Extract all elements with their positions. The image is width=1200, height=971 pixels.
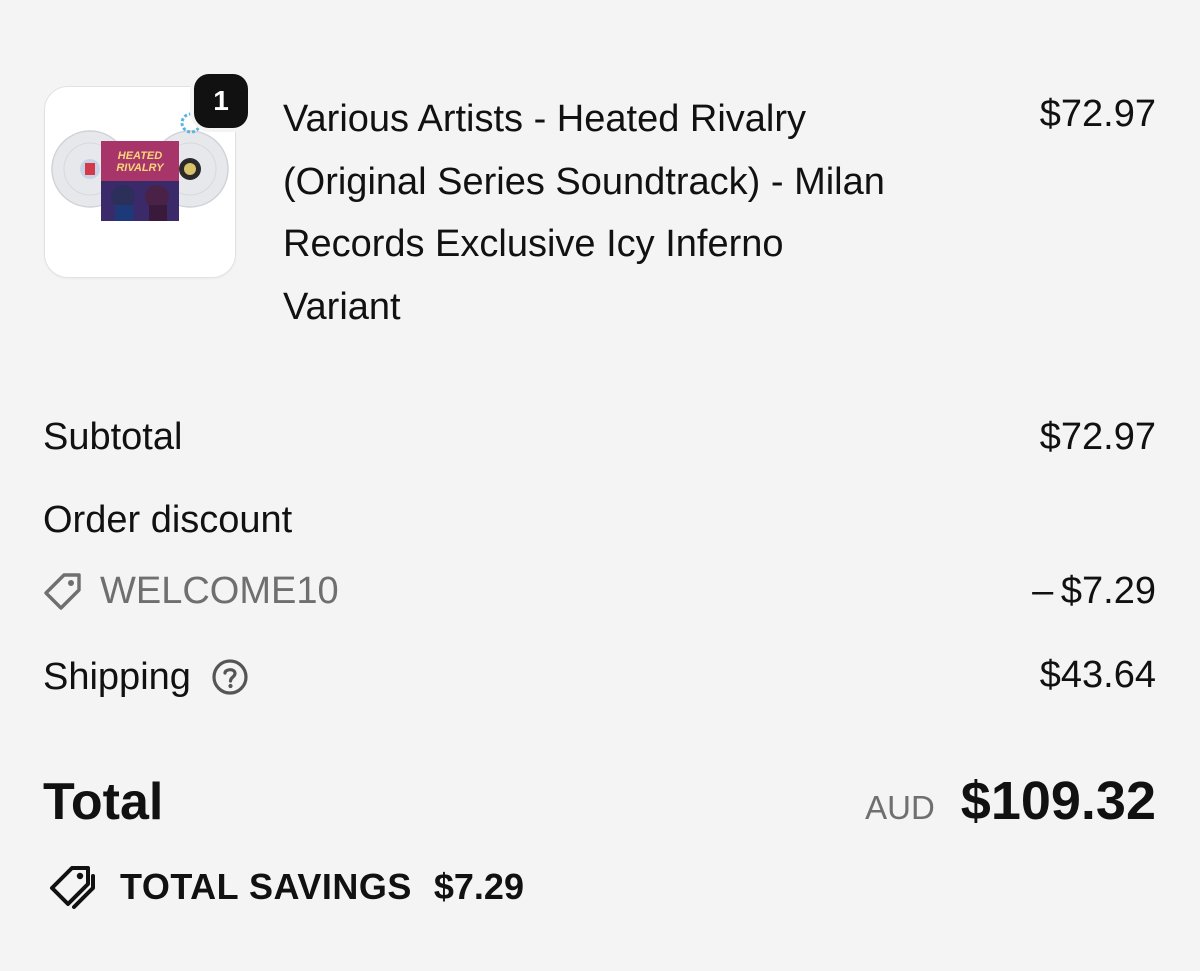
cover-text-rivalry: RIVALRY	[116, 162, 165, 174]
shipping-value: $43.64	[1039, 654, 1156, 696]
total-amount: AUD $109.32	[865, 770, 1156, 832]
discount-code: WELCOME10	[42, 566, 339, 616]
total-savings-value: $7.29	[433, 866, 524, 907]
total-savings: TOTAL SAVINGS $7.29	[42, 862, 524, 912]
product-title-line: Various Artists - Heated Rivalry	[283, 98, 807, 140]
product-title: Various Artists - Heated Rivalry (Origin…	[283, 88, 983, 338]
order-summary: HEATED RIVALRY 1 Various Artists - Heate…	[0, 0, 1200, 971]
total-value: $109.32	[960, 771, 1156, 831]
discount-value: – $7.29	[1032, 570, 1156, 612]
shipping-label-group: Shipping	[43, 652, 249, 702]
tag-icon	[44, 573, 81, 610]
product-title-line: Records Exclusive Icy Inferno	[283, 223, 784, 265]
subtotal-value: $72.97	[1039, 416, 1156, 458]
order-discount-label: Order discount	[43, 499, 293, 541]
product-title-line: Variant	[283, 285, 401, 328]
double-tag-icon	[50, 866, 95, 909]
currency-code: AUD	[865, 789, 935, 826]
quantity-badge: 1	[190, 70, 252, 132]
total-label: Total	[43, 773, 164, 831]
subtotal-label: Subtotal	[43, 416, 183, 458]
quantity-count: 1	[194, 74, 248, 128]
discount-code-text: WELCOME10	[100, 569, 339, 612]
total-savings-label: TOTAL SAVINGS	[120, 866, 412, 907]
product-price: $72.97	[1039, 93, 1156, 135]
shipping-label: Shipping	[43, 655, 191, 698]
cover-text-heated: HEATED	[118, 150, 162, 162]
product-title-line: (Original Series Soundtrack) - Milan	[283, 160, 885, 203]
question-circle-icon[interactable]	[211, 658, 249, 696]
